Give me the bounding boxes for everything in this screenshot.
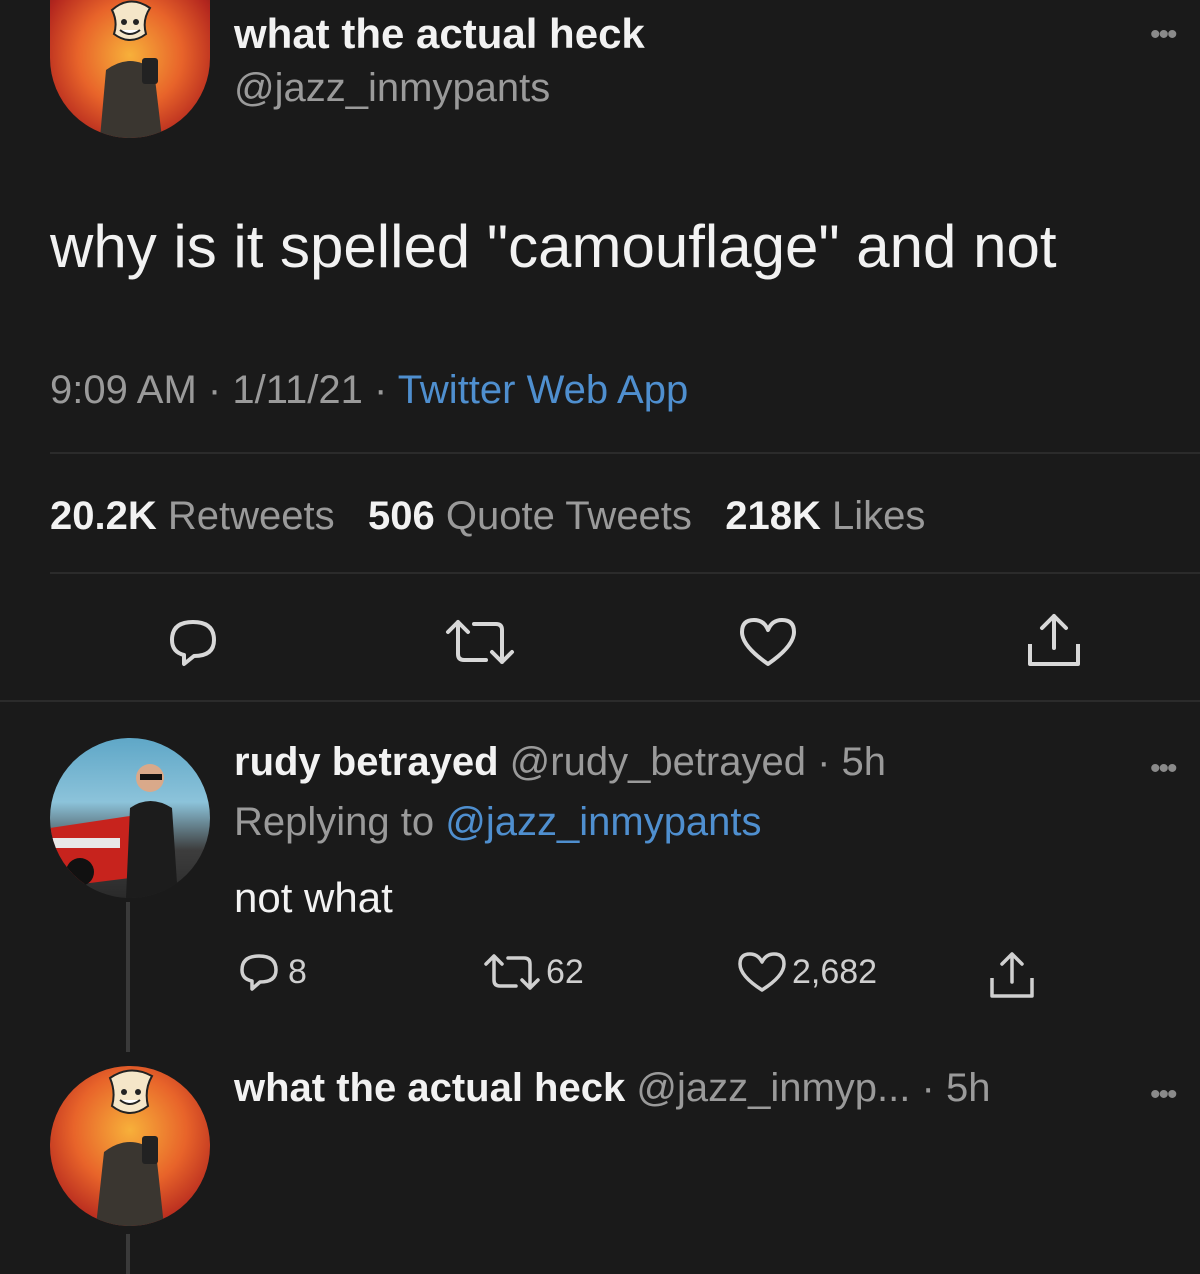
replying-to-label: Replying to [234, 800, 435, 844]
share-icon [990, 952, 1034, 998]
main-display-name[interactable]: what the actual heck [234, 10, 645, 58]
more-dots-icon[interactable]: ••• [1150, 754, 1177, 784]
reply-button[interactable] [160, 614, 226, 670]
retweets-stat[interactable]: 20.2K Retweets [50, 494, 335, 538]
reply-1-replying-to: Replying to @jazz_inmypants [234, 800, 762, 845]
reply-1-reply-button[interactable]: 8 [234, 950, 307, 994]
divider [50, 452, 1200, 454]
more-dots-icon[interactable]: ••• [1150, 20, 1177, 50]
tweet-stats: 20.2K Retweets 506 Quote Tweets 218K Lik… [50, 494, 925, 539]
replying-to-handle-link[interactable]: @jazz_inmypants [445, 800, 761, 844]
like-icon [740, 618, 796, 666]
reply-1-header: rudy betrayed @rudy_betrayed · 5h [234, 740, 886, 785]
reply-icon [170, 620, 216, 666]
more-dots-icon[interactable]: ••• [1150, 1080, 1177, 1110]
reply-icon [240, 954, 278, 991]
like-button[interactable] [736, 614, 800, 670]
main-handle[interactable]: @jazz_inmypants [234, 66, 550, 111]
thread-line [126, 1234, 130, 1274]
meta-separator: · [373, 368, 388, 412]
retweet-button[interactable] [440, 614, 520, 670]
reply-2-display-name[interactable]: what the actual heck [234, 1066, 625, 1110]
reply-2-handle[interactable]: @jazz_inmyp... [636, 1066, 910, 1110]
like-count: 2,682 [792, 952, 878, 991]
tweet-text: why is it spelled "camouflage" and not [50, 213, 1057, 280]
quote-tweets-stat[interactable]: 506 Quote Tweets [368, 494, 692, 538]
tweet-source-link[interactable]: Twitter Web App [398, 368, 689, 412]
share-icon [1028, 614, 1080, 666]
person-avatar-image [50, 764, 178, 898]
reply-1-handle[interactable]: @rudy_betrayed [510, 740, 806, 784]
meta-separator: · [207, 368, 222, 412]
reply-author-avatar[interactable] [50, 738, 210, 898]
like-icon [738, 952, 786, 992]
main-author-avatar[interactable] [50, 0, 210, 138]
reply-1-like-button[interactable]: 2,682 [736, 950, 877, 994]
cartoon-avatar-image [96, 1069, 164, 1226]
tweet-date[interactable]: 1/11/21 [232, 368, 363, 412]
cartoon-avatar-image [100, 0, 162, 138]
likes-stat[interactable]: 218K Likes [725, 494, 925, 538]
retweet-count: 62 [546, 952, 584, 991]
reply-1-text: not what [234, 874, 393, 921]
retweet-icon [446, 620, 514, 664]
reply-1-time[interactable]: · 5h [817, 740, 886, 784]
thread-line [126, 902, 130, 1052]
share-button[interactable] [1022, 610, 1086, 670]
reply-1-display-name[interactable]: rudy betrayed [234, 740, 499, 784]
reply-2-time[interactable]: · 5h [922, 1066, 991, 1110]
tweet-time: 9:09 AM [50, 368, 197, 412]
divider [0, 700, 1200, 702]
reply-count: 8 [288, 952, 307, 991]
reply-1-share-button[interactable] [986, 950, 1038, 1007]
reply-2-author-avatar[interactable] [50, 1066, 210, 1226]
reply-1-retweet-button[interactable]: 62 [480, 950, 584, 994]
retweet-icon [484, 954, 540, 990]
divider [50, 572, 1200, 574]
tweet-metadata: 9:09 AM · 1/11/21 · Twitter Web App [50, 368, 688, 413]
reply-2-header: what the actual heck @jazz_inmyp... · 5h [234, 1066, 990, 1111]
